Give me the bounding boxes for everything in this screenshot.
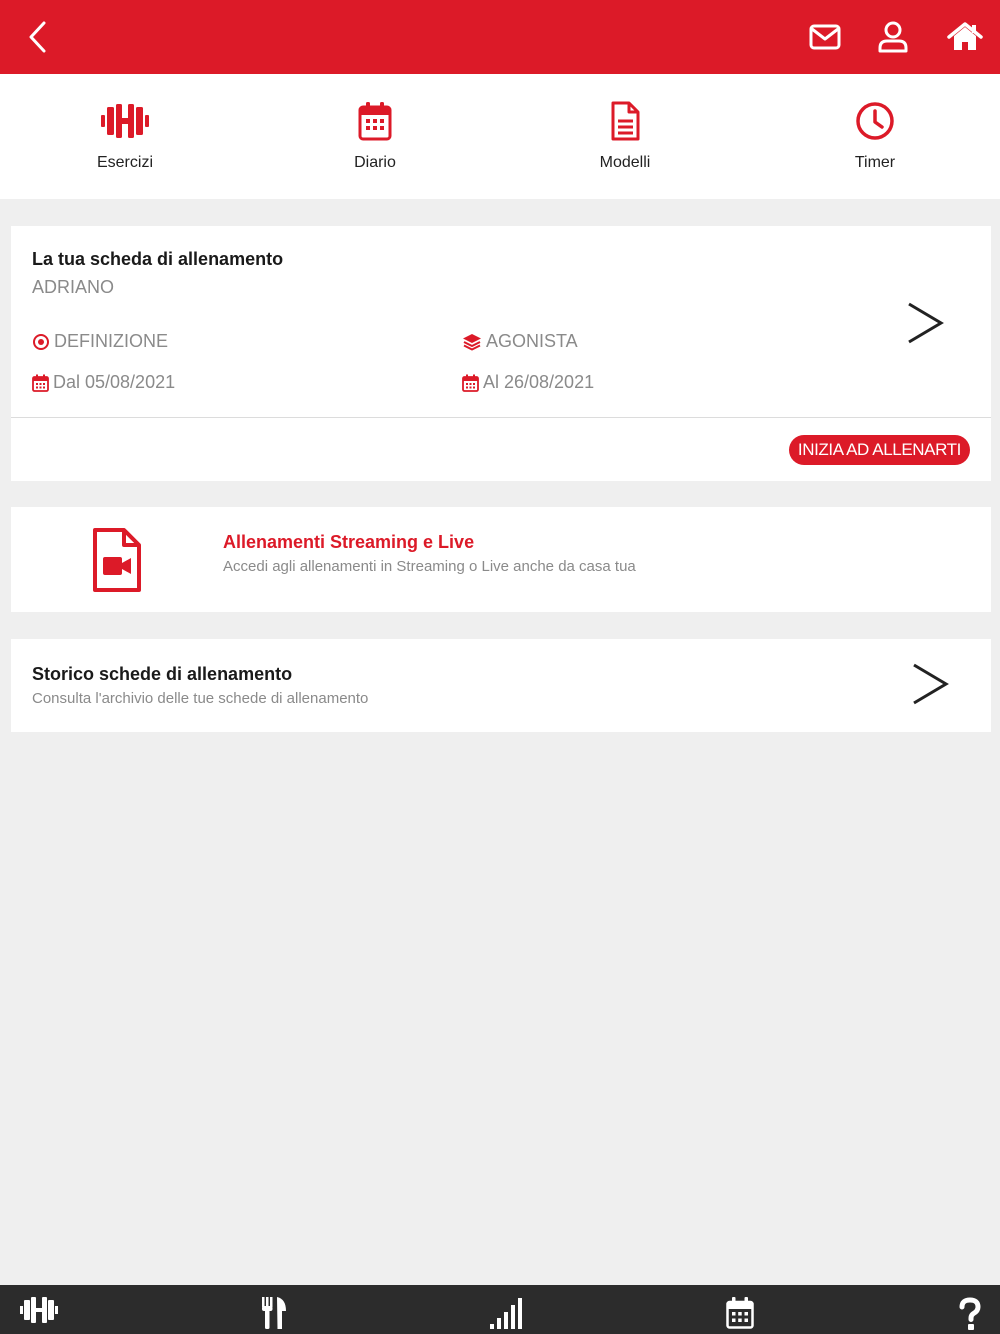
question-icon [959,1297,981,1330]
layers-icon [463,333,481,350]
calendar-icon [358,102,392,141]
quick-nav-label: Diario [354,154,396,171]
calendar-icon [32,374,49,392]
quick-nav-label: Timer [854,154,896,171]
home-button[interactable] [938,0,992,74]
plan-goal: DEFINIZIONE [32,331,168,352]
plan-end-text: Al 26/08/2021 [483,372,595,392]
quick-nav-esercizi[interactable]: Esercizi [0,74,250,199]
chevron-right-icon [913,663,949,705]
bottom-nav-nutrition[interactable] [254,1297,294,1334]
plan-level: AGONISTA [462,331,578,352]
back-button[interactable] [14,0,60,74]
video-file-icon [93,528,141,592]
target-icon [33,333,49,350]
quick-nav: Esercizi Diario Modelli Timer [0,74,1000,199]
start-training-button[interactable]: INIZIA AD ALLENARTI [788,435,970,465]
streaming-title: Allenamenti Streaming e Live [223,532,475,552]
chevron-left-icon [29,21,46,53]
quick-nav-modelli[interactable]: Modelli [500,74,750,199]
plan-owner: ADRIANO [32,277,115,297]
user-icon [878,21,908,53]
plan-goal-text: DEFINIZIONE [54,331,169,351]
cutlery-icon [262,1297,286,1329]
bottom-nav-training[interactable] [18,1297,60,1334]
profile-button[interactable] [868,0,918,74]
chevron-right-icon[interactable] [901,298,949,348]
history-subtitle: Consulta l'archivio delle tue schede di … [32,690,369,707]
calendar-icon [462,374,479,392]
home-icon [947,22,983,50]
plan-end-date: Al 26/08/2021 [462,372,594,393]
dumbbell-icon [101,104,149,138]
quick-nav-label: Modelli [599,154,651,171]
envelope-icon [809,24,841,50]
top-app-bar [0,0,1000,74]
calendar-icon [726,1297,754,1329]
quick-nav-diario[interactable]: Diario [250,74,500,199]
signal-bars-icon [490,1298,522,1329]
bottom-nav-calendar[interactable] [720,1297,760,1334]
history-card[interactable]: Storico schede di allenamento Consulta l… [11,639,991,732]
dumbbell-icon [20,1297,58,1323]
plan-start-text: Dal 05/08/2021 [53,372,176,392]
plan-title: La tua scheda di allenamento [32,249,284,269]
training-plan-card: La tua scheda di allenamento ADRIANO DEF… [11,226,991,481]
history-title: Storico schede di allenamento [32,664,293,684]
quick-nav-label: Esercizi [96,154,153,171]
messages-button[interactable] [800,0,850,74]
document-icon [611,101,640,141]
bottom-nav-bar [0,1285,1000,1334]
streaming-card[interactable]: Allenamenti Streaming e Live Accedi agli… [11,507,991,612]
bottom-nav-progress[interactable] [486,1297,526,1334]
plan-start-date: Dal 05/08/2021 [32,372,175,393]
streaming-subtitle: Accedi agli allenamenti in Streaming o L… [223,558,636,575]
clock-icon [856,102,894,140]
quick-nav-timer[interactable]: Timer [750,74,1000,199]
plan-level-text: AGONISTA [486,331,578,351]
card-divider [11,417,991,418]
bottom-nav-help[interactable] [950,1297,990,1334]
